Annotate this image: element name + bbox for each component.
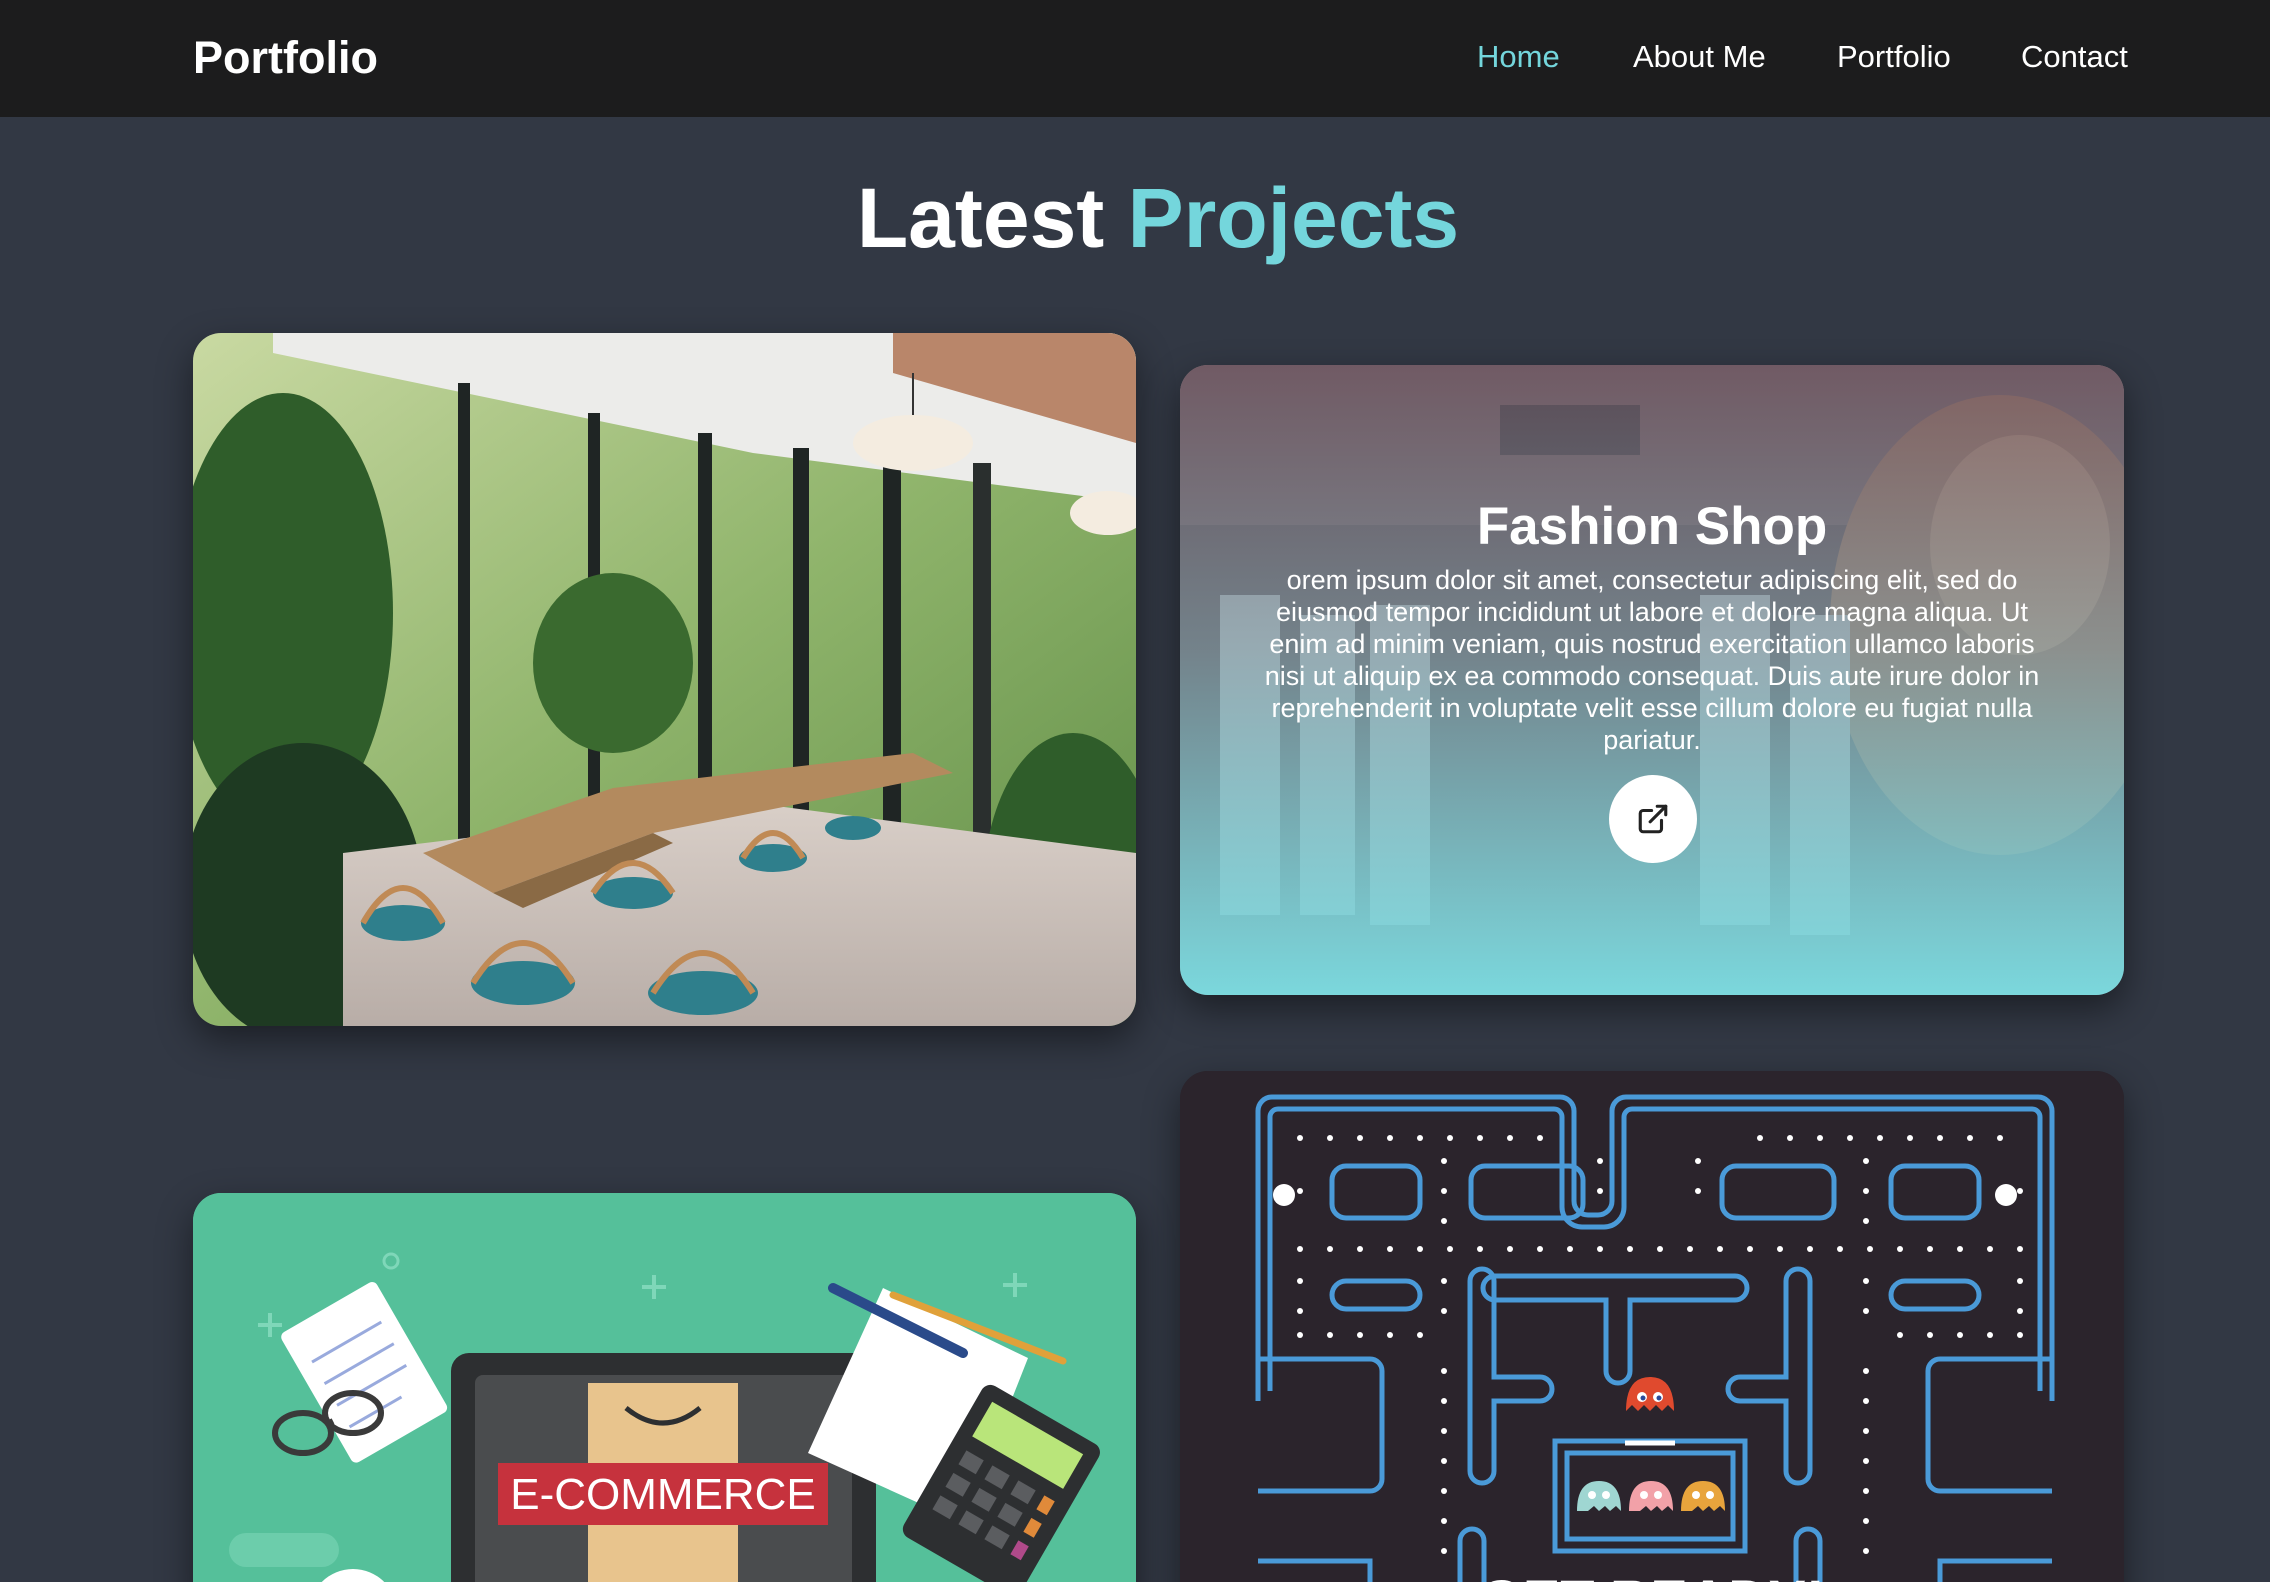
section-title-main: Latest: [856, 171, 1105, 265]
external-link-icon: [1638, 804, 1668, 834]
project-card-fashion-shop[interactable]: Fashion Shop orem ipsum dolor sit amet, …: [1180, 365, 2124, 995]
ecommerce-image: E-COMMERCE: [193, 1193, 1136, 1582]
section-title-accent: Projects: [1127, 171, 1460, 265]
pacman-image: GET READY!: [1180, 1071, 2124, 1582]
nav-item-about-me[interactable]: About Me: [1633, 36, 1766, 78]
pacman-banner-text: GET READY!: [1479, 1568, 1824, 1582]
project-card-ecommerce[interactable]: E-COMMERCE: [193, 1193, 1136, 1582]
nav-item-contact[interactable]: Contact: [2021, 36, 2128, 78]
nav-item-home[interactable]: Home: [1477, 36, 1560, 78]
external-link-button[interactable]: [1609, 775, 1697, 863]
navbar: Portfolio Home About Me Portfolio Contac…: [0, 0, 2270, 117]
ecommerce-banner-text: E-COMMERCE: [510, 1470, 816, 1519]
section-title: Latest Projects: [0, 168, 2270, 268]
brand-logo[interactable]: Portfolio: [193, 30, 378, 86]
project-description: orem ipsum dolor sit amet, consectetur a…: [1264, 565, 2040, 755]
project-card-pacman[interactable]: GET READY!: [1180, 1071, 2124, 1582]
project-card-restaurant[interactable]: [193, 333, 1136, 1026]
nav-item-portfolio[interactable]: Portfolio: [1837, 36, 1951, 78]
project-title: Fashion Shop: [1476, 497, 1828, 556]
restaurant-image: [193, 333, 1136, 1026]
